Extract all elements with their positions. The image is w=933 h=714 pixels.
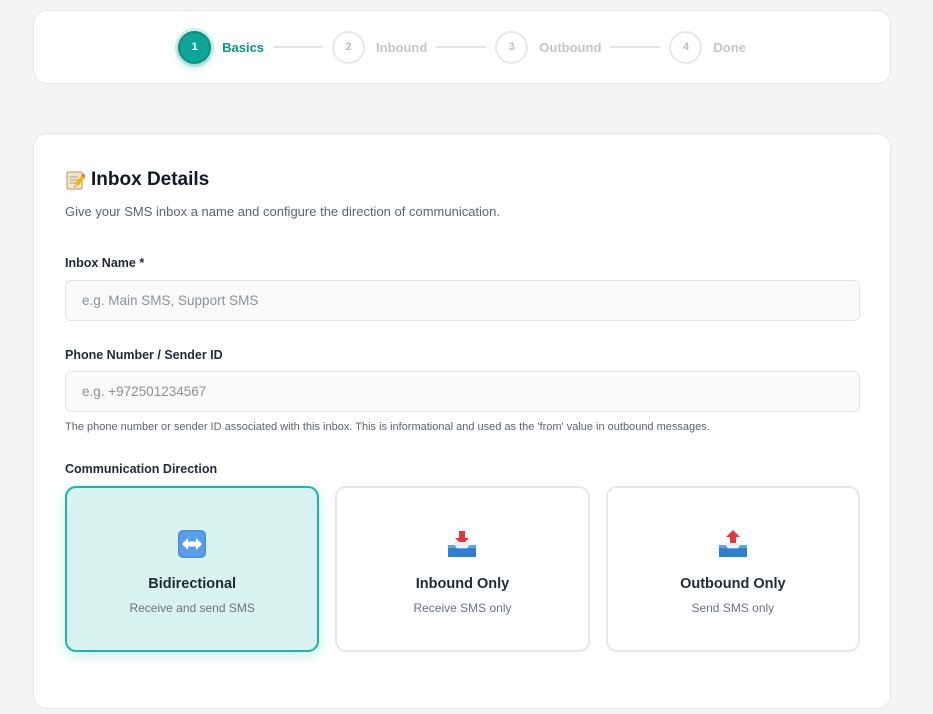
memo-icon bbox=[65, 170, 87, 190]
step-label: Outbound bbox=[539, 39, 602, 55]
step-connector bbox=[273, 46, 324, 48]
step-basics[interactable]: 1 Basics bbox=[178, 30, 265, 64]
option-bidirectional[interactable]: Bidirectional Receive and send SMS bbox=[65, 486, 320, 652]
wizard-stepper: 1 Basics 2 Inbound 3 Outbound 4 Done bbox=[33, 10, 891, 84]
step-number: 2 bbox=[332, 30, 366, 64]
option-title: Inbound Only bbox=[415, 576, 510, 592]
step-number: 4 bbox=[669, 30, 703, 64]
step-connector bbox=[610, 46, 661, 48]
section-title: Inbox Details bbox=[65, 169, 209, 191]
option-inbound[interactable]: Inbound Only Receive SMS only bbox=[335, 486, 590, 652]
inbox-name-input[interactable] bbox=[65, 280, 860, 321]
outbox-tray-icon bbox=[717, 528, 749, 560]
step-number: 1 bbox=[178, 30, 212, 64]
phone-label: Phone Number / Sender ID bbox=[65, 348, 223, 362]
option-outbound[interactable]: Outbound Only Send SMS only bbox=[605, 486, 860, 652]
option-subtitle: Receive and send SMS bbox=[129, 601, 255, 615]
step-outbound[interactable]: 3 Outbound bbox=[495, 30, 602, 64]
option-subtitle: Send SMS only bbox=[691, 601, 775, 615]
section-title-text: Inbox Details bbox=[91, 169, 210, 190]
step-label: Basics bbox=[222, 39, 265, 55]
step-number: 3 bbox=[495, 30, 529, 64]
inbox-details-card: Inbox Details Give your SMS inbox a name… bbox=[33, 133, 891, 709]
stepper-track: 1 Basics 2 Inbound 3 Outbound 4 Done bbox=[178, 30, 746, 64]
step-label: Done bbox=[713, 39, 746, 55]
option-title: Bidirectional bbox=[148, 576, 237, 592]
phone-input[interactable] bbox=[65, 371, 860, 412]
phone-help-text: The phone number or sender ID associated… bbox=[65, 421, 710, 433]
step-label: Inbound bbox=[376, 39, 428, 55]
option-subtitle: Receive SMS only bbox=[413, 601, 512, 615]
step-connector bbox=[436, 46, 487, 48]
inbox-tray-icon bbox=[446, 528, 478, 560]
step-done[interactable]: 4 Done bbox=[669, 30, 746, 64]
option-title: Outbound Only bbox=[680, 576, 786, 592]
direction-label: Communication Direction bbox=[65, 462, 218, 476]
left-right-arrow-icon bbox=[176, 528, 208, 560]
section-description: Give your SMS inbox a name and configure… bbox=[65, 204, 501, 219]
inbox-name-label: Inbox Name * bbox=[65, 256, 145, 270]
direction-options: Bidirectional Receive and send SMS Inbou… bbox=[65, 486, 860, 652]
step-inbound[interactable]: 2 Inbound bbox=[332, 30, 428, 64]
